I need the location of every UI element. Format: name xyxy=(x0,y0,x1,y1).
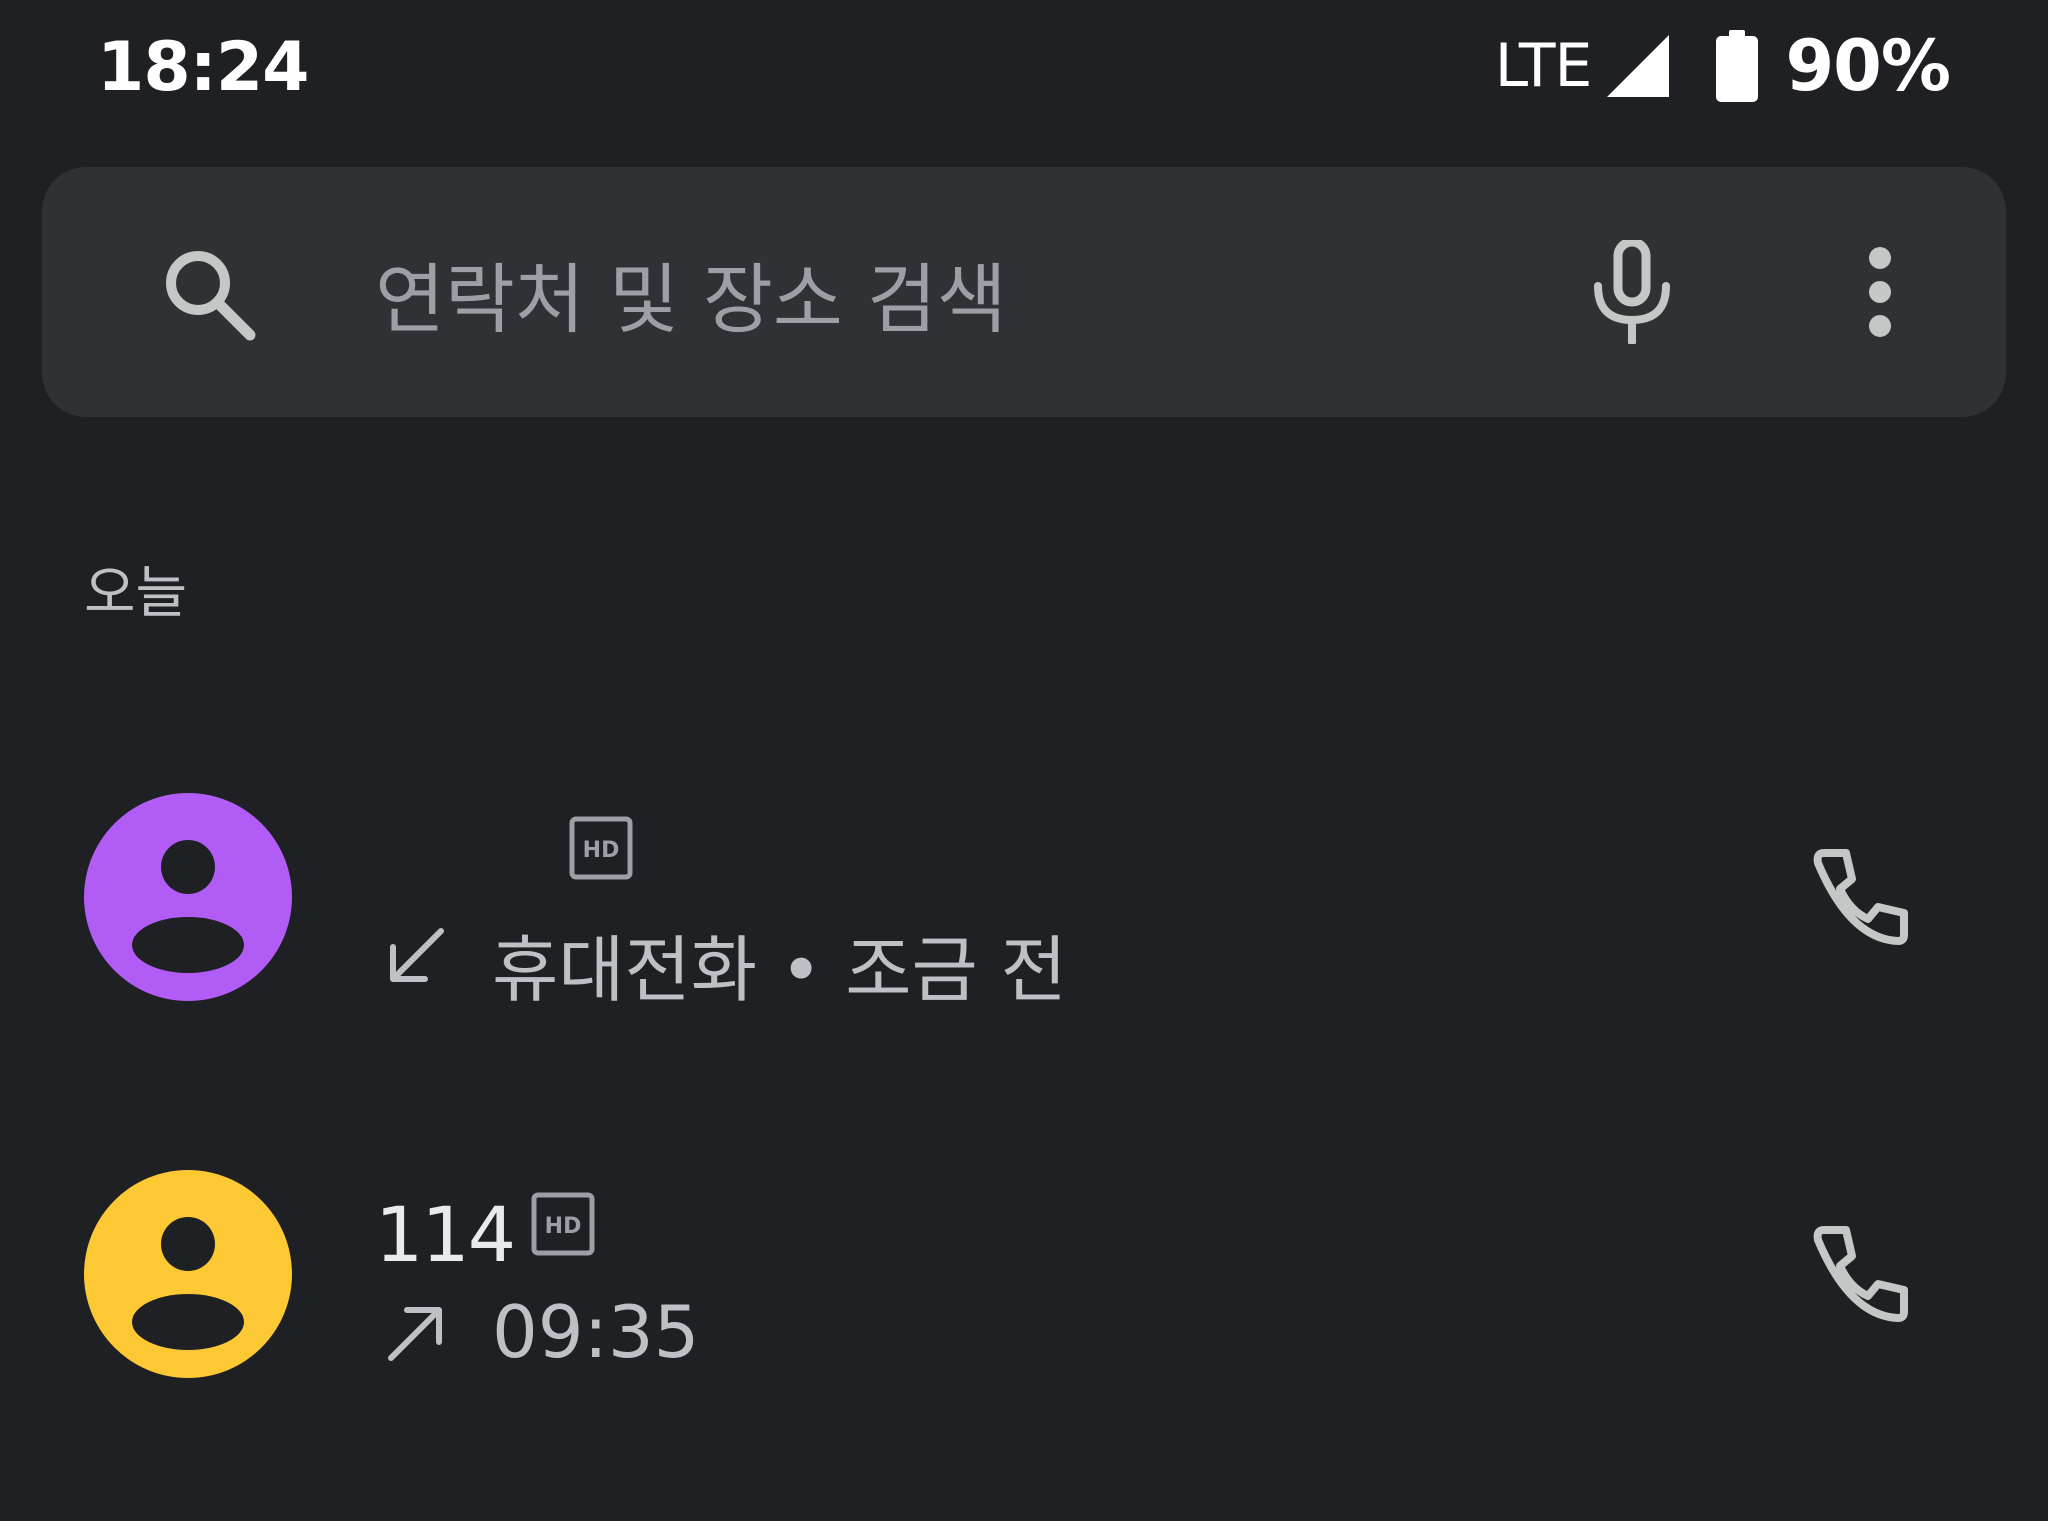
outgoing-call-icon xyxy=(388,1307,442,1361)
section-header-today: 오늘 xyxy=(84,561,188,626)
svg-text:HD: HD xyxy=(583,838,620,863)
svg-text:HD: HD xyxy=(545,1214,582,1239)
person-icon xyxy=(132,840,244,973)
call-detail: 휴대전화 • 조금 전 xyxy=(492,928,1067,1012)
call-log-item[interactable]: HD 휴대전화 • 조금 전 xyxy=(0,775,2048,1075)
call-log-item[interactable]: 114 HD 09:35 xyxy=(0,1152,2048,1452)
incoming-call-icon xyxy=(390,928,444,982)
mic-icon[interactable] xyxy=(1590,240,1674,344)
search-input[interactable]: 연락처 및 장소 검색 xyxy=(375,238,1007,348)
search-bar[interactable] xyxy=(42,167,2006,417)
battery-icon xyxy=(1716,30,1759,102)
search-icon[interactable] xyxy=(158,243,258,343)
status-time: 18:24 xyxy=(97,28,309,107)
network-type: LTE xyxy=(1494,31,1593,101)
avatar xyxy=(84,1170,292,1378)
phone-icon[interactable] xyxy=(1810,845,1910,945)
hd-icon: HD xyxy=(569,816,633,880)
caller-name: 114 xyxy=(375,1190,516,1279)
hd-icon: HD xyxy=(531,1192,595,1256)
call-detail: 09:35 xyxy=(492,1290,700,1374)
avatar xyxy=(84,793,292,1001)
more-vert-icon[interactable] xyxy=(1860,245,1900,340)
status-indicators: LTE 90% xyxy=(1494,25,1951,107)
person-icon xyxy=(132,1217,244,1350)
signal-icon xyxy=(1607,35,1670,97)
status-bar: 18:24 LTE 90% xyxy=(0,0,2048,130)
phone-icon[interactable] xyxy=(1810,1222,1910,1322)
battery-percent: 90% xyxy=(1785,25,1951,107)
